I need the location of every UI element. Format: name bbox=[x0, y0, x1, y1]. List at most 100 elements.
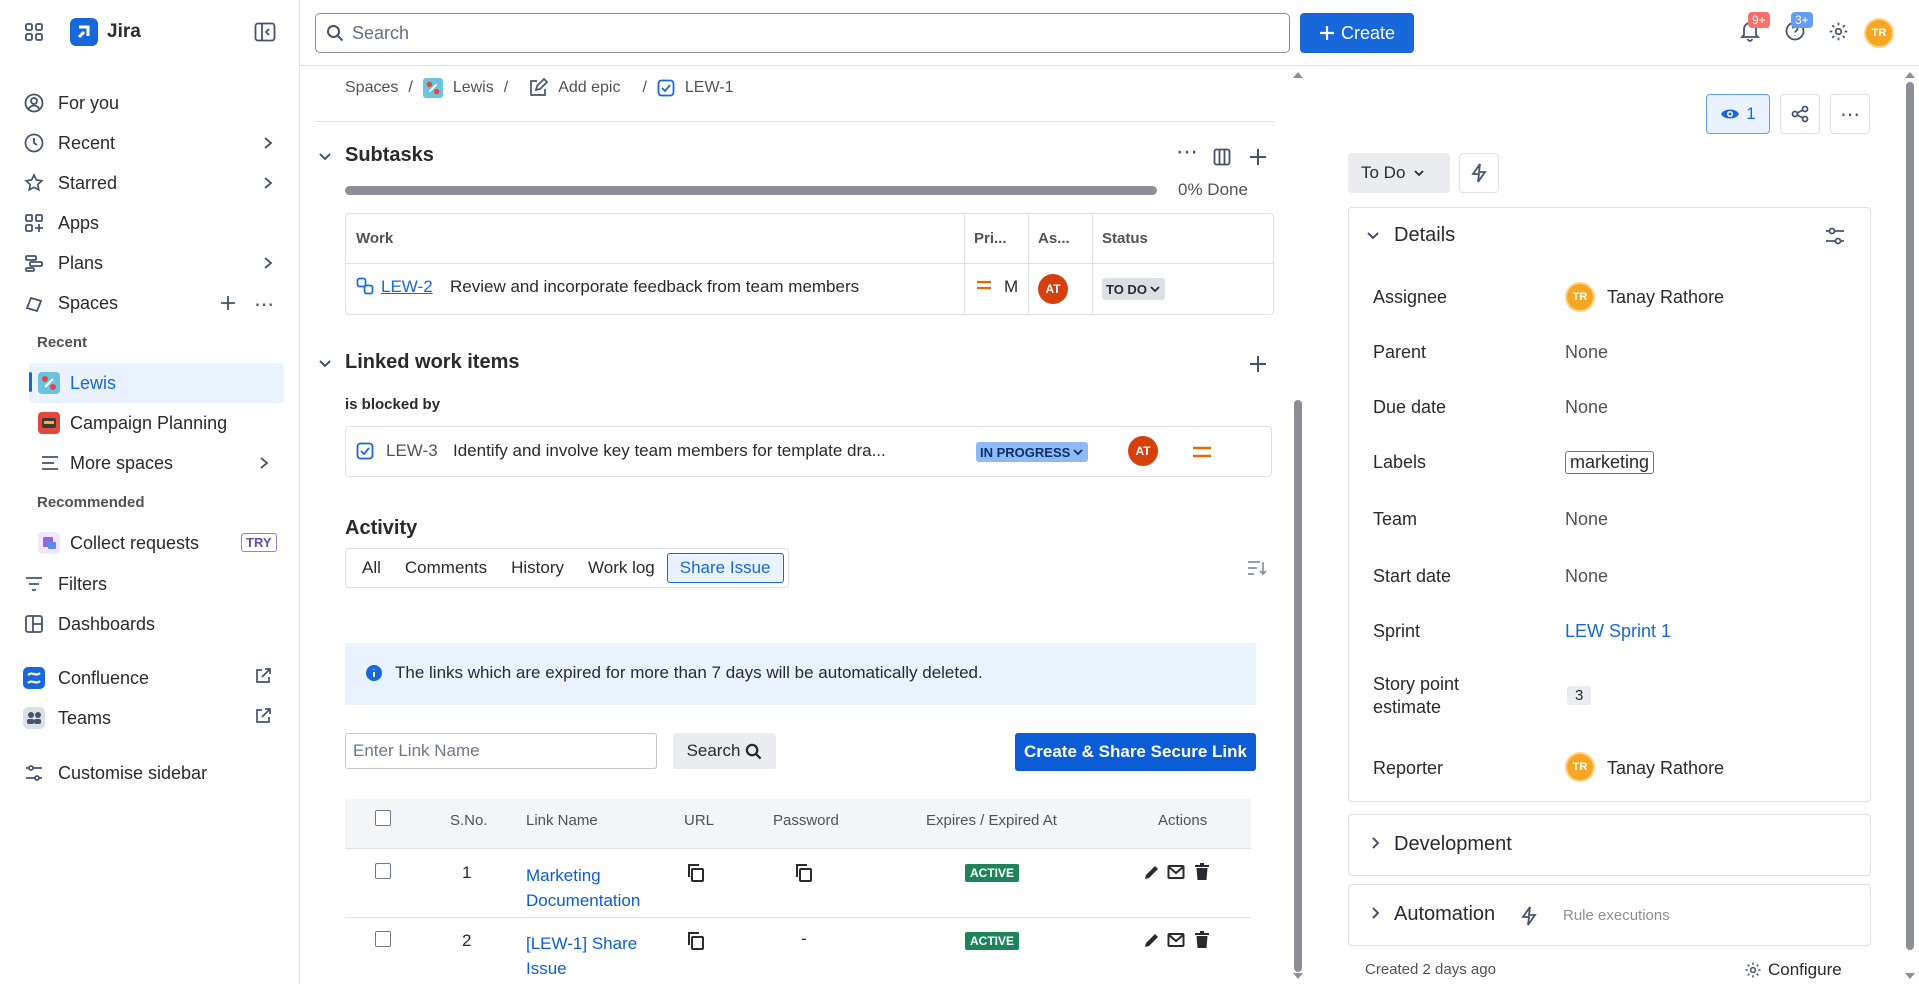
collapse-subtasks-icon[interactable] bbox=[318, 150, 332, 164]
scroll-up-arrow[interactable] bbox=[1904, 71, 1916, 79]
sidebar-item-apps[interactable]: Apps bbox=[22, 206, 282, 240]
breadcrumb-issue-key[interactable]: LEW-1 bbox=[685, 79, 734, 97]
chevron-right-icon[interactable] bbox=[260, 133, 276, 153]
automation-actions-button[interactable] bbox=[1459, 153, 1499, 193]
sidebar-item-lewis[interactable] bbox=[29, 363, 284, 403]
sidebar-item-teams[interactable]: Teams bbox=[22, 701, 282, 735]
details-scrollbar-thumb[interactable] bbox=[1906, 82, 1914, 950]
parent-value[interactable]: None bbox=[1565, 342, 1608, 363]
subtask-summary[interactable]: Review and incorporate feedback from tea… bbox=[450, 277, 859, 297]
assignee-avatar[interactable]: AT bbox=[1128, 436, 1158, 466]
breadcrumb-project[interactable]: Lewis bbox=[453, 79, 494, 97]
sidebar-customise[interactable]: Customise sidebar bbox=[22, 756, 282, 790]
configure-fields-icon[interactable] bbox=[1824, 226, 1846, 246]
breadcrumb-add-epic[interactable]: Add epic bbox=[558, 79, 620, 97]
add-subtask-icon[interactable] bbox=[1248, 147, 1268, 167]
breadcrumb-spaces[interactable]: Spaces bbox=[345, 79, 398, 97]
row-checkbox[interactable] bbox=[375, 863, 391, 879]
tab-work-log[interactable]: Work log bbox=[576, 554, 667, 582]
edit-pencil-icon[interactable] bbox=[1143, 931, 1161, 949]
sidebar-item-confluence[interactable]: Confluence bbox=[22, 661, 282, 695]
sidebar-item-dashboards[interactable]: Dashboards bbox=[22, 607, 282, 641]
trash-icon[interactable] bbox=[1194, 931, 1210, 949]
status-lozenge-in-progress[interactable]: IN PROGRESS bbox=[976, 442, 1089, 462]
start-date-value[interactable]: None bbox=[1565, 566, 1608, 587]
collapse-linked-icon[interactable] bbox=[318, 357, 332, 371]
app-switcher-icon[interactable] bbox=[24, 22, 44, 42]
story-point-value[interactable]: 3 bbox=[1567, 686, 1592, 705]
column-assignee[interactable]: As... bbox=[1038, 230, 1070, 247]
email-icon[interactable] bbox=[1167, 932, 1185, 948]
trash-icon[interactable] bbox=[1194, 863, 1210, 881]
more-icon[interactable]: ⋯ bbox=[1176, 139, 1198, 165]
tab-history[interactable]: History bbox=[499, 554, 576, 582]
due-date-value[interactable]: None bbox=[1565, 397, 1608, 418]
linked-summary[interactable]: Identify and involve key team members fo… bbox=[453, 441, 886, 461]
column-work[interactable]: Work bbox=[356, 230, 393, 247]
sidebar-item-campaign-planning[interactable]: Campaign Planning bbox=[70, 413, 227, 434]
add-space-icon[interactable] bbox=[219, 294, 237, 312]
columns-icon[interactable] bbox=[1213, 148, 1231, 166]
link-search-button[interactable]: Search bbox=[673, 733, 776, 769]
chevron-right-icon[interactable] bbox=[260, 173, 276, 193]
scroll-up-arrow[interactable] bbox=[1292, 71, 1304, 79]
sidebar-item-filters[interactable]: Filters bbox=[22, 567, 282, 601]
sprint-value[interactable]: LEW Sprint 1 bbox=[1565, 621, 1671, 642]
collapse-details-icon[interactable] bbox=[1366, 229, 1380, 243]
collapse-sidebar-icon[interactable] bbox=[254, 22, 276, 42]
assignee-avatar[interactable]: AT bbox=[1038, 274, 1068, 304]
watch-button[interactable]: 1 bbox=[1706, 94, 1770, 134]
sidebar-item-spaces[interactable]: Spaces bbox=[22, 286, 282, 320]
label-tag[interactable]: marketing bbox=[1565, 451, 1655, 474]
tab-all[interactable]: All bbox=[350, 554, 393, 582]
sidebar-item-for-you[interactable]: For you bbox=[22, 86, 282, 120]
linked-item-row[interactable]: LEW-3 Identify and involve key team memb… bbox=[345, 426, 1272, 477]
create-button[interactable]: Create bbox=[1300, 13, 1414, 53]
rule-executions-label[interactable]: Rule executions bbox=[1563, 907, 1670, 924]
sidebar-item-collect-requests[interactable]: Collect requests bbox=[70, 533, 199, 554]
share-button[interactable] bbox=[1780, 94, 1820, 134]
more-icon[interactable]: ⋯ bbox=[254, 292, 275, 317]
copy-password-icon[interactable] bbox=[795, 863, 813, 883]
search-input[interactable]: Search bbox=[315, 13, 1290, 53]
reporter-value[interactable]: Tanay Rathore bbox=[1607, 758, 1724, 779]
email-icon[interactable] bbox=[1167, 864, 1185, 880]
configure-button[interactable]: Configure bbox=[1744, 960, 1842, 980]
column-priority[interactable]: Pri... bbox=[974, 230, 1007, 247]
link-name-input[interactable]: Enter Link Name bbox=[345, 733, 657, 769]
add-link-icon[interactable] bbox=[1248, 354, 1268, 374]
subtask-key-link[interactable]: LEW-2 bbox=[381, 277, 433, 297]
external-link-icon[interactable] bbox=[254, 707, 272, 725]
tab-share-issue[interactable]: Share Issue bbox=[666, 553, 784, 583]
chevron-right-icon[interactable] bbox=[260, 253, 276, 273]
external-link-icon[interactable] bbox=[254, 667, 272, 685]
app-name[interactable]: Jira bbox=[107, 21, 141, 43]
select-all-checkbox[interactable] bbox=[375, 810, 391, 826]
edit-pencil-icon[interactable] bbox=[1143, 863, 1161, 881]
status-lozenge-todo[interactable]: TO DO bbox=[1102, 278, 1165, 300]
assignee-value[interactable]: Tanay Rathore bbox=[1607, 287, 1724, 308]
scroll-down-arrow[interactable] bbox=[1292, 972, 1304, 980]
sidebar-item-recent[interactable]: Recent bbox=[22, 126, 282, 160]
copy-url-icon[interactable] bbox=[687, 863, 705, 883]
sort-icon[interactable] bbox=[1246, 558, 1268, 578]
scroll-down-arrow[interactable] bbox=[1904, 972, 1916, 980]
sidebar-item-starred[interactable]: Starred bbox=[22, 166, 282, 200]
row-checkbox[interactable] bbox=[375, 931, 391, 947]
sidebar-item-plans[interactable]: Plans bbox=[22, 246, 282, 280]
sidebar-item-more-spaces[interactable]: More spaces bbox=[70, 453, 173, 474]
create-share-link-button[interactable]: Create & Share Secure Link bbox=[1015, 733, 1256, 771]
tab-comments[interactable]: Comments bbox=[393, 554, 499, 582]
settings-gear-icon[interactable] bbox=[1828, 21, 1849, 42]
link-name[interactable]: Marketing Documentation bbox=[526, 863, 640, 913]
more-actions-button[interactable]: ⋯ bbox=[1830, 94, 1870, 134]
link-name[interactable]: [LEW-1] Share Issue bbox=[526, 931, 637, 981]
column-status[interactable]: Status bbox=[1102, 230, 1148, 247]
user-avatar[interactable]: TR bbox=[1864, 18, 1894, 48]
chevron-right-icon[interactable] bbox=[256, 453, 272, 473]
status-dropdown[interactable]: To Do bbox=[1348, 153, 1450, 193]
team-value[interactable]: None bbox=[1565, 509, 1608, 530]
linked-key[interactable]: LEW-3 bbox=[386, 441, 438, 461]
copy-url-icon[interactable] bbox=[687, 931, 705, 951]
main-scrollbar-thumb[interactable] bbox=[1294, 400, 1302, 972]
